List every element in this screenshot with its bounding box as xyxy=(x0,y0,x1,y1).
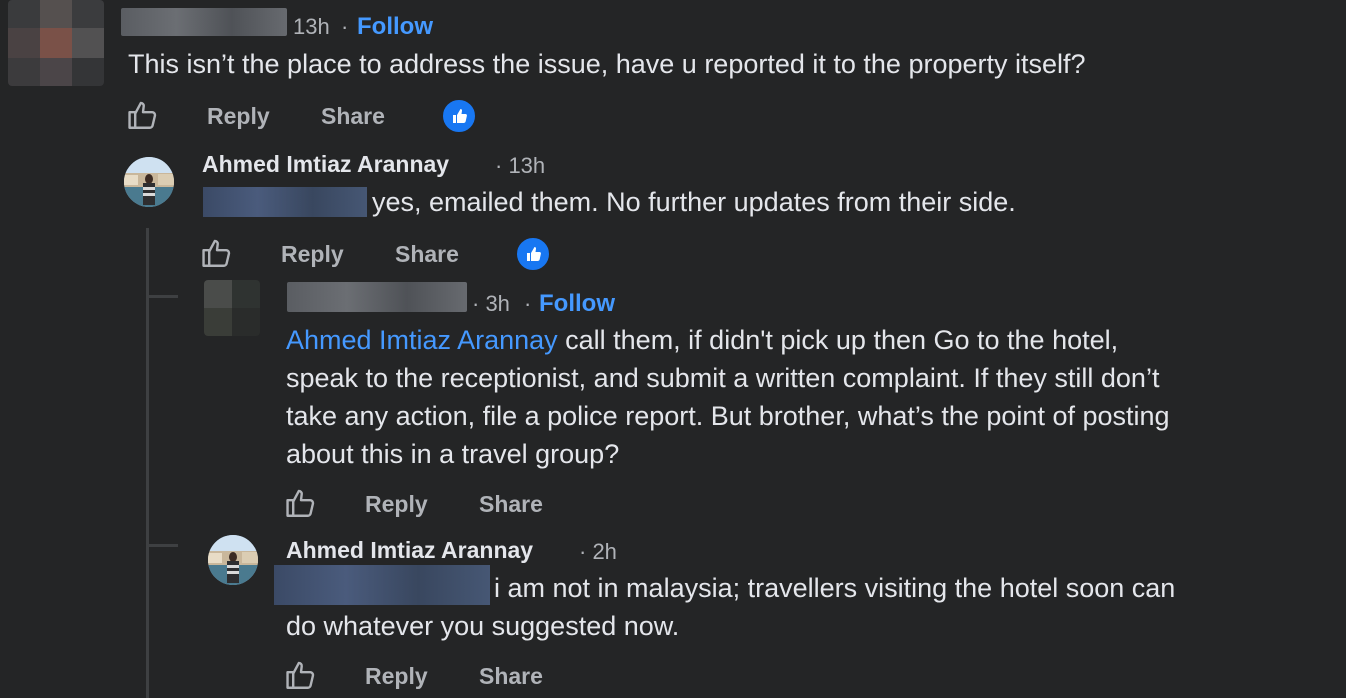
avatar[interactable] xyxy=(124,157,174,207)
comment-text-line: about this in a travel group? xyxy=(286,439,620,469)
mention-redacted[interactable] xyxy=(203,187,367,217)
mention-redacted[interactable] xyxy=(274,565,490,605)
reply-button[interactable]: Reply xyxy=(365,663,428,690)
follow-button[interactable]: Follow xyxy=(357,13,433,41)
comment-text-line: speak to the receptionist, and submit a … xyxy=(286,363,1160,393)
author-name-redacted[interactable] xyxy=(287,282,467,312)
reply-button[interactable]: Reply xyxy=(207,103,270,130)
mention-link[interactable]: Ahmed Imtiaz Arannay xyxy=(286,325,558,355)
like-icon[interactable] xyxy=(284,486,318,520)
like-icon[interactable] xyxy=(126,98,160,132)
comment-text-line: call them, if didn't pick up then Go to … xyxy=(557,325,1119,355)
thread-connector xyxy=(146,295,178,298)
avatar[interactable] xyxy=(208,535,258,585)
comment-text-line: i am not in malaysia; travellers visitin… xyxy=(494,573,1176,603)
comment-time[interactable]: · 13h xyxy=(495,153,545,179)
reply-button[interactable]: Reply xyxy=(281,241,344,268)
avatar[interactable] xyxy=(8,0,104,86)
separator-dot: · xyxy=(341,14,349,39)
comment-text: yes, emailed them. No further updates fr… xyxy=(372,187,1016,217)
comment-time[interactable]: 13h xyxy=(293,14,330,40)
comment-text-line: take any action, file a police report. B… xyxy=(286,401,1170,431)
separator-dot: · xyxy=(524,291,532,316)
comment-time[interactable]: · 3h xyxy=(472,291,510,317)
author-name[interactable]: Ahmed Imtiaz Arannay xyxy=(286,537,533,564)
author-name-redacted[interactable] xyxy=(121,8,287,36)
comment-text: Ahmed Imtiaz Arannay call them, if didn'… xyxy=(286,321,1336,473)
like-icon[interactable] xyxy=(284,658,318,692)
reply-button[interactable]: Reply xyxy=(365,491,428,518)
author-name[interactable]: Ahmed Imtiaz Arannay xyxy=(202,151,449,178)
like-icon[interactable] xyxy=(200,236,234,270)
thread-connector xyxy=(146,544,178,547)
share-button[interactable]: Share xyxy=(479,491,543,518)
share-button[interactable]: Share xyxy=(479,663,543,690)
avatar[interactable] xyxy=(204,280,260,336)
thread-line xyxy=(146,228,149,698)
comment-text-line: do whatever you suggested now. xyxy=(286,611,680,641)
share-button[interactable]: Share xyxy=(395,241,459,268)
like-reaction-icon[interactable] xyxy=(441,98,477,134)
comment-time[interactable]: · 2h xyxy=(579,539,617,565)
comment-text: This isn’t the place to address the issu… xyxy=(128,49,1086,79)
share-button[interactable]: Share xyxy=(321,103,385,130)
follow-button[interactable]: Follow xyxy=(539,290,615,318)
like-reaction-icon[interactable] xyxy=(515,236,551,272)
